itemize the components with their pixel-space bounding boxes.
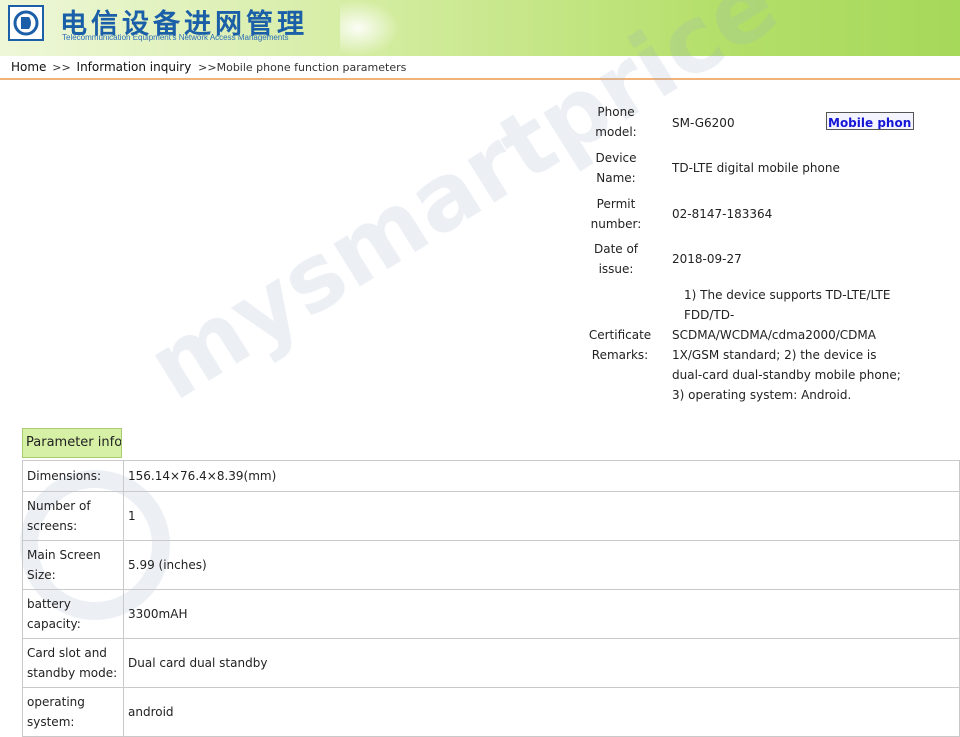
breadcrumb-home-link[interactable]: Home xyxy=(11,60,46,74)
model-label: Phone model: xyxy=(595,105,637,139)
banner-decoration xyxy=(340,0,400,56)
param-value: 3300mAH xyxy=(123,589,960,639)
param-key: Number of screens: xyxy=(22,491,124,541)
device-value: TD-LTE digital mobile phone xyxy=(672,161,840,175)
param-value: 156.14×76.4×8.39(mm) xyxy=(123,460,960,492)
table-row: battery capacity: 3300mAH xyxy=(22,589,960,639)
mobile-phone-button[interactable]: Mobile phon xyxy=(826,112,914,130)
param-key: battery capacity: xyxy=(22,589,124,639)
param-value: 5.99 (inches) xyxy=(123,540,960,590)
param-key: operating system: xyxy=(22,687,124,737)
date-label: Date of issue: xyxy=(593,242,639,276)
table-row: Number of screens: 1 xyxy=(22,491,960,541)
device-label: Device Name: xyxy=(595,151,637,185)
param-key: Main Screen Size: xyxy=(22,540,124,590)
param-value: Dual card dual standby xyxy=(123,638,960,688)
param-key: Card slot and standby mode: xyxy=(22,638,124,688)
table-row: Card slot and standby mode: Dual card dua… xyxy=(22,638,960,688)
breadcrumb: Home >> Information inquiry >>Mobile pho… xyxy=(0,56,960,80)
parameter-info-heading: Parameter info xyxy=(22,428,122,458)
param-value: android xyxy=(123,687,960,737)
parameter-table: Dimensions: 156.14×76.4×8.39(mm) Number … xyxy=(22,460,960,737)
site-title-en: Telecommunication Equipment's Network Ac… xyxy=(62,33,289,42)
breadcrumb-current: >>Mobile phone function parameters xyxy=(198,61,407,74)
table-row: operating system: android xyxy=(22,687,960,737)
table-row: Dimensions: 156.14×76.4×8.39(mm) xyxy=(22,460,960,492)
remarks-value: 1) The device supports TD-LTE/LTE FDD/TD… xyxy=(672,288,901,402)
date-value: 2018-09-27 xyxy=(672,252,742,266)
network-access-logo-icon xyxy=(8,5,44,41)
header-banner: 电信设备进网管理 Telecommunication Equipment's N… xyxy=(0,0,960,56)
table-row: Main Screen Size: 5.99 (inches) xyxy=(22,540,960,590)
param-key: Dimensions: xyxy=(22,460,124,492)
permit-value: 02-8147-183364 xyxy=(672,207,773,221)
remarks-label: Certificate Remarks: xyxy=(588,328,652,362)
breadcrumb-info-link[interactable]: Information inquiry xyxy=(77,60,192,74)
permit-label: Permit number: xyxy=(590,197,642,231)
breadcrumb-separator: >> xyxy=(52,61,71,74)
param-value: 1 xyxy=(123,491,960,541)
